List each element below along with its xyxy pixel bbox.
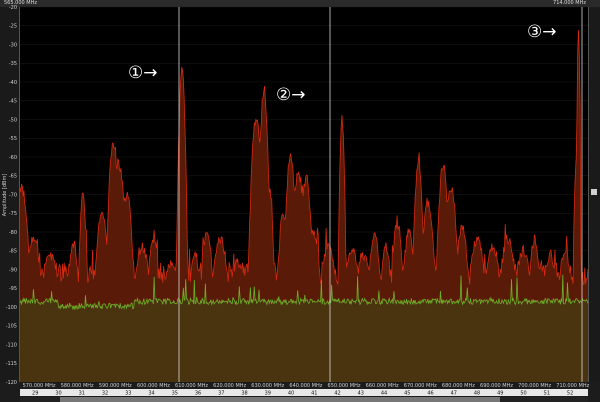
y-tick-label: -20 (9, 5, 17, 11)
spectrum-analyzer-window: 565.000 MHz 714.000 MHz -20 -25 -30 -35 -40-… (0, 0, 600, 402)
x-tick-label: 680.000 MHz (442, 383, 475, 389)
marker-label-2: ②→ (276, 85, 305, 105)
y-tick-label: -100 (6, 305, 17, 311)
channel-label: 49 (497, 391, 503, 397)
y-tick-label: -45 (9, 99, 17, 105)
y-tick-label: -25 (9, 24, 17, 30)
channel-label: 46 (427, 391, 433, 397)
y-tick-label: -55 (9, 136, 17, 142)
y-tick-label: -30 (9, 42, 17, 48)
channel-label: 38 (241, 391, 247, 397)
y-tick-label: -75 (9, 211, 17, 217)
channel-label: 36 (195, 391, 201, 397)
x-tick-label: 700.000 MHz (518, 383, 551, 389)
y-tick-label: -110 (6, 342, 17, 348)
x-tick-label: 690.000 MHz (480, 383, 513, 389)
y-tick-label: -95 (9, 286, 17, 292)
channel-label: 37 (218, 391, 224, 397)
y-tick-label: -80 (9, 230, 17, 236)
x-tick-label: 630.000 MHz (251, 383, 284, 389)
channel-label: 42 (334, 391, 340, 397)
channel-label: 48 (474, 391, 480, 397)
channel-label: 44 (381, 391, 387, 397)
x-axis-ticks: 570.000 MHz 580.000 MHz 590.000 MHz 600.000… (23, 383, 590, 389)
channel-label: 43 (358, 391, 364, 397)
spectrum-plot: -20 -25 -30 -35 -40 -45 -50 -55 -60 -65 -70 -75 -80 -… (2, 5, 590, 397)
x-tick-label: 610.000 MHz (175, 383, 208, 389)
channel-label: 29 (32, 391, 38, 397)
x-tick-label: 710.000 MHz (556, 383, 589, 389)
channel-label: 52 (567, 391, 573, 397)
channel-label: 47 (451, 391, 457, 397)
x-tick-label: 590.000 MHz (99, 383, 132, 389)
channel-label: 34 (148, 391, 154, 397)
y-tick-label: -105 (6, 324, 17, 330)
x-tick-label: 600.000 MHz (137, 383, 170, 389)
marker-label-1: ①→ (128, 63, 157, 83)
channel-label: 39 (265, 391, 271, 397)
channel-label: 51 (544, 391, 550, 397)
x-tick-label: 650.000 MHz (328, 383, 361, 389)
x-tick-label: 570.000 MHz (23, 383, 56, 389)
y-tick-label: -50 (9, 117, 17, 123)
y-tick-label: -120 (6, 380, 17, 386)
y-tick-label: -35 (9, 61, 17, 67)
marker-label-3: ③→ (527, 22, 556, 42)
channel-label: 31 (79, 391, 85, 397)
x-tick-label: 670.000 MHz (404, 383, 437, 389)
channel-label: 50 (520, 391, 526, 397)
x-tick-label: 660.000 MHz (366, 383, 399, 389)
channel-label: 32 (102, 391, 108, 397)
channel-label: 41 (311, 391, 317, 397)
y-tick-label: -90 (9, 267, 17, 273)
x-tick-label: 580.000 MHz (61, 383, 94, 389)
y-tick-label: -40 (9, 80, 17, 86)
y-tick-label: -115 (6, 361, 17, 367)
channel-label: 30 (55, 391, 61, 397)
x-tick-label: 640.000 MHz (289, 383, 322, 389)
channel-label: 35 (172, 391, 178, 397)
x-tick-label: 620.000 MHz (213, 383, 246, 389)
channel-label: 45 (404, 391, 410, 397)
y-tick-label: -65 (9, 174, 17, 180)
y-tick-label: -60 (9, 155, 17, 161)
channel-label: 40 (288, 391, 294, 397)
y-axis-title: Amplitude [dBm] (2, 174, 8, 217)
y-tick-label: -85 (9, 249, 17, 255)
y-tick-label: -70 (9, 192, 17, 198)
channel-label: 33 (125, 391, 131, 397)
channel-labels: 29 30 31 32 33 34 35 36 37 38 39 40 41 42 43 44 45 46 47 48… (32, 391, 573, 397)
